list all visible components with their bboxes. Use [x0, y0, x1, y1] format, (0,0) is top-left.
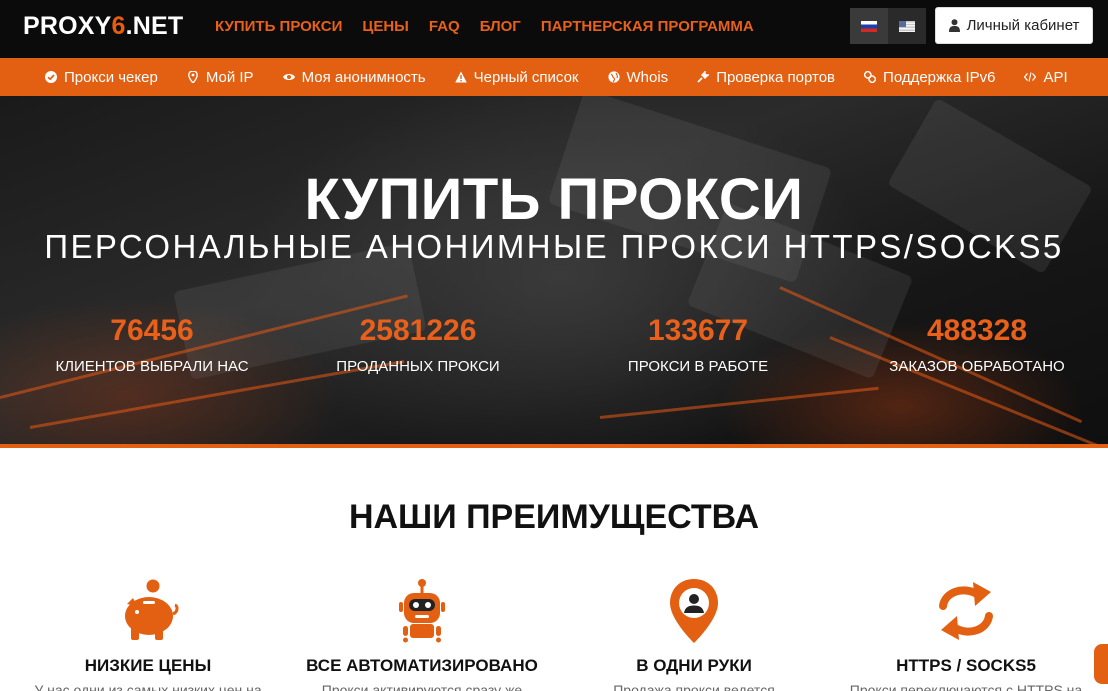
- tool-ipv6-support[interactable]: Поддержка IPv6: [864, 69, 995, 86]
- hero-banner: КУПИТЬ ПРОКСИ ПЕРСОНАЛЬНЫЕ АНОНИМНЫЕ ПРО…: [0, 96, 1108, 448]
- us-flag-icon: [899, 20, 915, 32]
- account-button-label: Личный кабинет: [966, 17, 1080, 34]
- piggy-bank-icon: [125, 579, 179, 640]
- nav-partner-program[interactable]: ПАРТНЕРСКАЯ ПРОГРАММА: [541, 18, 754, 35]
- tool-my-anonymity[interactable]: Моя анонимность: [282, 68, 426, 86]
- stat-label: ПРОКСИ В РАБОТЕ: [627, 358, 769, 375]
- map-pin-icon: [187, 71, 198, 83]
- advantage-name: HTTPS / SOCKS5: [896, 656, 1036, 675]
- advantages-title: НАШИ ПРЕИМУЩЕСТВА: [348, 498, 760, 536]
- eye-icon: [282, 74, 295, 80]
- advantage-description: Прокси переключаются с HTTPS на: [849, 682, 1083, 691]
- lang-ru-button[interactable]: [850, 8, 888, 44]
- code-icon: [1024, 72, 1037, 82]
- advantage-single-owner: В ОДНИ РУКИ Продажа прокси ведется: [564, 578, 824, 691]
- check-circle-icon: [45, 71, 57, 83]
- stat-clients: 76456 КЛИЕНТОВ ВЫБРАЛИ НАС: [22, 314, 282, 375]
- tool-whois[interactable]: Whois: [607, 68, 669, 86]
- account-button[interactable]: Личный кабинет: [935, 7, 1093, 44]
- language-switcher: [850, 8, 926, 44]
- advantage-description: Прокси активируются сразу же: [321, 682, 523, 691]
- advantage-name: В ОДНИ РУКИ: [636, 656, 752, 675]
- tool-proxy-checker[interactable]: Прокси чекер: [45, 69, 158, 86]
- nav-faq[interactable]: FAQ: [429, 18, 460, 35]
- nav-prices[interactable]: ЦЕНЫ: [362, 18, 408, 35]
- advantage-name: ВСЕ АВТОМАТИЗИРОВАНО: [306, 656, 538, 675]
- stat-value: 2581226: [359, 314, 477, 347]
- stat-value: 76456: [110, 314, 194, 347]
- logo-text-digit: 6: [111, 12, 126, 40]
- stat-label: ЗАКАЗОВ ОБРАБОТАНО: [889, 358, 1065, 375]
- tool-api[interactable]: API: [1024, 68, 1068, 86]
- advantage-automated: ВСЕ АВТОМАТИЗИРОВАНО Прокси активируются…: [292, 578, 552, 691]
- tools-bar: Прокси чекер Мой IP Моя анонимность Черн…: [0, 58, 1108, 96]
- refresh-arrows-icon: [939, 582, 993, 640]
- tool-label: API: [1043, 68, 1068, 86]
- tool-label: Проверка портов: [716, 68, 836, 86]
- tool-label: Поддержка IPv6: [883, 68, 996, 86]
- stat-label: ПРОДАННЫХ ПРОКСИ: [336, 358, 500, 375]
- warning-icon: [454, 71, 467, 83]
- tool-port-check[interactable]: Проверка портов: [697, 69, 835, 86]
- robot-icon: [399, 579, 445, 643]
- main-nav: КУПИТЬ ПРОКСИ ЦЕНЫ FAQ БЛОГ ПАРТНЕРСКАЯ …: [215, 18, 754, 35]
- tool-label: Прокси чекер: [64, 68, 158, 86]
- tool-label: Черный список: [473, 68, 579, 86]
- tool-label: Моя анонимность: [301, 68, 426, 86]
- globe-icon: [607, 71, 620, 83]
- logo-text-suffix: .NET: [125, 12, 184, 40]
- tool-label: Whois: [626, 68, 669, 86]
- advantage-description: У нас одни из самых низких цен на: [34, 682, 262, 691]
- advantage-low-prices: НИЗКИЕ ЦЕНЫ У нас одни из самых низких ц…: [18, 578, 278, 691]
- chat-widget-button[interactable]: [1094, 644, 1108, 684]
- site-logo[interactable]: PROXY6.NET: [23, 12, 183, 41]
- hero-title: КУПИТЬ ПРОКСИ: [304, 167, 804, 232]
- tool-blacklist[interactable]: Черный список: [454, 68, 579, 86]
- nav-buy-proxy[interactable]: КУПИТЬ ПРОКСИ: [215, 18, 342, 35]
- logo-text-prefix: PROXY: [23, 12, 112, 40]
- person-pin-icon: [670, 579, 718, 643]
- tool-label: Мой IP: [205, 68, 254, 86]
- stat-proxies-sold: 2581226 ПРОДАННЫХ ПРОКСИ: [288, 314, 548, 375]
- stat-proxies-active: 133677 ПРОКСИ В РАБОТЕ: [568, 314, 828, 375]
- plug-icon: [697, 71, 710, 83]
- stat-value: 488328: [926, 314, 1028, 347]
- russian-flag-icon: [861, 20, 877, 32]
- user-icon: [948, 19, 960, 32]
- advantage-https-socks5: HTTPS / SOCKS5 Прокси переключаются с HT…: [836, 578, 1096, 691]
- hero-subtitle: ПЕРСОНАЛЬНЫЕ АНОНИМНЫЕ ПРОКСИ HTTPS/SOCK…: [44, 228, 1064, 265]
- nav-blog[interactable]: БЛОГ: [480, 18, 521, 35]
- advantage-description: Продажа прокси ведется: [613, 682, 775, 691]
- stat-orders-processed: 488328 ЗАКАЗОВ ОБРАБОТАНО: [847, 314, 1107, 375]
- top-header: PROXY6.NET КУПИТЬ ПРОКСИ ЦЕНЫ FAQ БЛОГ П…: [0, 0, 1108, 58]
- tool-my-ip[interactable]: Мой IP: [187, 69, 254, 86]
- stat-label: КЛИЕНТОВ ВЫБРАЛИ НАС: [55, 358, 249, 375]
- advantage-name: НИЗКИЕ ЦЕНЫ: [84, 656, 212, 675]
- stat-value: 133677: [647, 314, 749, 347]
- link-icon: [864, 71, 877, 83]
- lang-en-button[interactable]: [888, 8, 926, 44]
